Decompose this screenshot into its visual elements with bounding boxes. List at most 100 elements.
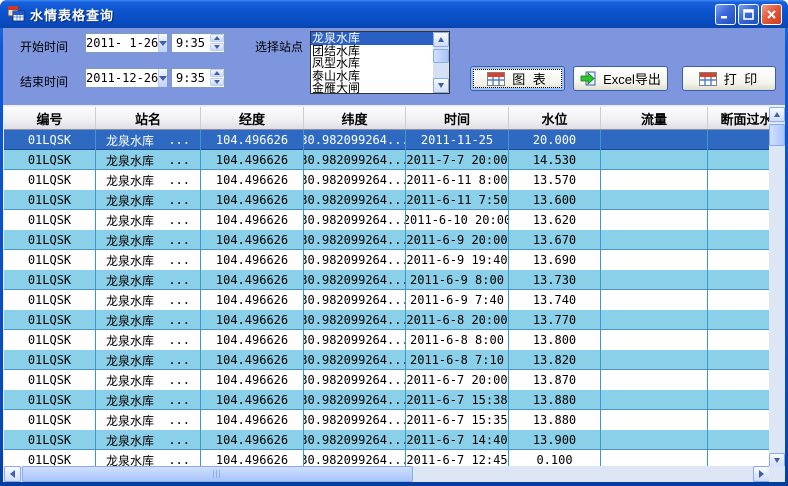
end-date-picker[interactable]: 2011-12-26: [85, 68, 163, 88]
cell-lon: 104.496626: [201, 410, 304, 430]
cell-level: 13.600: [509, 190, 601, 210]
scroll-up-icon[interactable]: [769, 107, 785, 122]
close-button[interactable]: [761, 4, 782, 25]
station-listbox[interactable]: 龙泉水库团结水库凤型水库泰山水库金雁大闸: [310, 31, 450, 94]
table-row[interactable]: 01LQSK龙泉水库...104.49662630.982099264...20…: [4, 250, 785, 270]
cell-id: 01LQSK: [4, 290, 96, 310]
table-row[interactable]: 01LQSK龙泉水库...104.49662630.982099264...20…: [4, 170, 785, 190]
cell-lon: 104.496626: [201, 250, 304, 270]
table-row[interactable]: 01LQSK龙泉水库...104.49662630.982099264...20…: [4, 130, 785, 150]
cell-lat: 30.982099264...: [304, 390, 406, 410]
column-header[interactable]: 时间: [406, 107, 509, 129]
column-header[interactable]: 流量: [601, 107, 708, 129]
cell-time: 2011-6-8 7:10: [406, 350, 509, 370]
table-row[interactable]: 01LQSK龙泉水库...104.49662630.982099264...20…: [4, 270, 785, 290]
column-header[interactable]: 站名: [96, 107, 201, 129]
start-time-label: 开始时间: [20, 38, 68, 55]
chart-button[interactable]: 图 表: [470, 66, 565, 91]
spin-down-icon[interactable]: [210, 43, 224, 51]
spin-down-icon[interactable]: [210, 78, 224, 86]
cell-time: 2011-6-8 20:00: [406, 310, 509, 330]
cell-time: 2011-6-7 20:00: [406, 370, 509, 390]
cell-station: 龙泉水库...: [96, 350, 201, 370]
cell-lon: 104.496626: [201, 150, 304, 170]
table-row[interactable]: 01LQSK龙泉水库...104.49662630.982099264...20…: [4, 410, 785, 430]
scroll-down-icon[interactable]: [433, 78, 449, 93]
vertical-scroll-thumb[interactable]: [769, 124, 785, 146]
scroll-right-icon[interactable]: [753, 466, 770, 482]
cell-lon: 104.496626: [201, 290, 304, 310]
cell-flow: [601, 390, 708, 410]
excel-export-button[interactable]: Excel导出: [573, 66, 668, 91]
table-icon: [699, 72, 717, 86]
start-date-picker[interactable]: 2011- 1-26: [85, 33, 163, 53]
table-row[interactable]: 01LQSK龙泉水库...104.49662630.982099264...20…: [4, 350, 785, 370]
cell-level: 13.740: [509, 290, 601, 310]
spin-up-icon[interactable]: [210, 69, 224, 77]
listbox-scrollbar[interactable]: [433, 32, 449, 93]
scroll-left-icon[interactable]: [4, 466, 21, 482]
cell-lat: 30.982099264...: [304, 150, 406, 170]
end-date-dropdown-icon[interactable]: [158, 69, 167, 87]
excel-export-icon: [580, 71, 596, 86]
cell-flow: [601, 230, 708, 250]
cell-flow: [601, 290, 708, 310]
table-row[interactable]: 01LQSK龙泉水库...104.49662630.982099264...20…: [4, 230, 785, 250]
cell-time: 2011-6-7 15:35: [406, 410, 509, 430]
cell-level: 13.820: [509, 350, 601, 370]
listbox-scroll-thumb[interactable]: [433, 49, 449, 63]
scroll-up-icon[interactable]: [433, 32, 449, 47]
start-time-spin-buttons[interactable]: [209, 34, 224, 52]
cell-station: 龙泉水库...: [96, 150, 201, 170]
table-row[interactable]: 01LQSK龙泉水库...104.49662630.982099264...20…: [4, 430, 785, 450]
vertical-scrollbar[interactable]: [769, 107, 785, 468]
print-button[interactable]: 打 印: [682, 66, 776, 91]
horizontal-scrollbar[interactable]: [4, 466, 770, 482]
end-time-spin-buttons[interactable]: [209, 69, 224, 87]
horizontal-scroll-thumb[interactable]: [22, 466, 413, 482]
end-date-value: 2011-12-26: [86, 71, 158, 85]
column-header[interactable]: 水位: [509, 107, 601, 129]
app-window: 水情表格查询 开始时间 2011- 1-26 9:35 结束: [0, 0, 788, 486]
cell-flow: [601, 330, 708, 350]
table-row[interactable]: 01LQSK龙泉水库...104.49662630.982099264...20…: [4, 210, 785, 230]
column-header[interactable]: 纬度: [304, 107, 406, 129]
table-row[interactable]: 01LQSK龙泉水库...104.49662630.982099264...20…: [4, 290, 785, 310]
column-header[interactable]: 编号: [4, 107, 96, 129]
cell-flow: [601, 430, 708, 450]
cell-level: 13.620: [509, 210, 601, 230]
maximize-button[interactable]: [738, 4, 759, 25]
scroll-grip: [213, 470, 222, 478]
start-time-spinner[interactable]: 9:35: [171, 33, 225, 53]
table-row[interactable]: 01LQSK龙泉水库...104.49662630.982099264...20…: [4, 150, 785, 170]
station-list-item[interactable]: 金雁大闸: [311, 82, 433, 93]
cell-level: 13.900: [509, 430, 601, 450]
cell-station: 龙泉水库...: [96, 430, 201, 450]
cell-flow: [601, 130, 708, 150]
table-row[interactable]: 01LQSK龙泉水库...104.49662630.982099264...20…: [4, 330, 785, 350]
cell-id: 01LQSK: [4, 190, 96, 210]
title-bar: 水情表格查询: [0, 0, 788, 28]
cell-time: 2011-6-9 19:40: [406, 250, 509, 270]
cell-time: 2011-6-9 20:00: [406, 230, 509, 250]
cell-level: 20.000: [509, 130, 601, 150]
station-list-item[interactable]: 龙泉水库: [311, 32, 433, 45]
table-row[interactable]: 01LQSK龙泉水库...104.49662630.982099264...20…: [4, 310, 785, 330]
minimize-button[interactable]: [715, 4, 736, 25]
cell-lat: 30.982099264...: [304, 330, 406, 350]
cell-lat: 30.982099264...: [304, 190, 406, 210]
table-row[interactable]: 01LQSK龙泉水库...104.49662630.982099264...20…: [4, 190, 785, 210]
cell-lat: 30.982099264...: [304, 130, 406, 150]
cell-lat: 30.982099264...: [304, 270, 406, 290]
table-row[interactable]: 01LQSK龙泉水库...104.49662630.982099264...20…: [4, 390, 785, 410]
end-time-spinner[interactable]: 9:35: [171, 68, 225, 88]
cell-lon: 104.496626: [201, 270, 304, 290]
table-row[interactable]: 01LQSK龙泉水库...104.49662630.982099264...20…: [4, 370, 785, 390]
start-date-dropdown-icon[interactable]: [158, 34, 167, 52]
spin-up-icon[interactable]: [210, 34, 224, 42]
cell-time: 2011-6-11 7:50: [406, 190, 509, 210]
cell-id: 01LQSK: [4, 430, 96, 450]
cell-lat: 30.982099264...: [304, 250, 406, 270]
column-header[interactable]: 经度: [201, 107, 304, 129]
station-list-item[interactable]: 凤型水库: [311, 57, 433, 70]
